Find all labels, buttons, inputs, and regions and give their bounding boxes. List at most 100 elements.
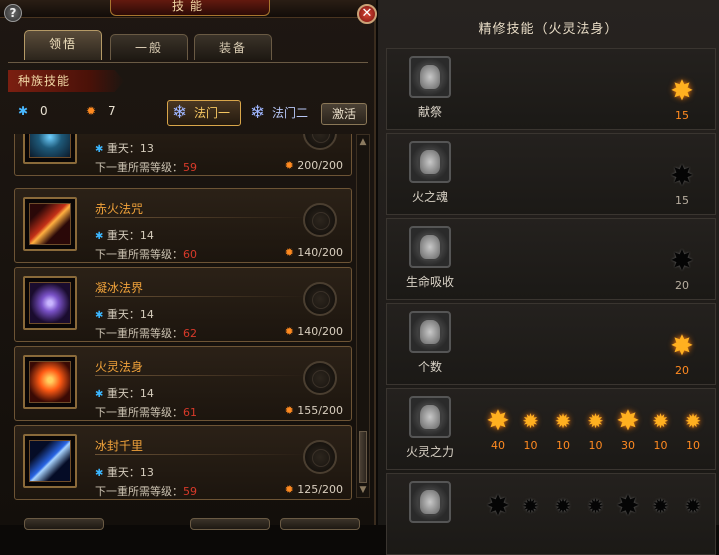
node-cost: 15 bbox=[675, 194, 689, 207]
lit-star-node[interactable]: ✸ 30 bbox=[613, 407, 643, 453]
req-text: 下一重所需等级： bbox=[95, 248, 183, 261]
lit-star-node[interactable]: ✹ 10 bbox=[548, 407, 578, 452]
frost-slash-icon bbox=[29, 440, 71, 482]
armor-slot-icon[interactable] bbox=[409, 396, 451, 438]
ice-seal-icon bbox=[29, 282, 71, 324]
req-text: 下一重所需等级： bbox=[95, 161, 183, 174]
skill-card[interactable]: 火灵法身 ✱ 重天：14 下一重所需等级：61 ✹ 155/200 bbox=[14, 346, 352, 421]
activate-button[interactable]: 激活 bbox=[321, 103, 367, 125]
refine-row-label: 献祭 bbox=[417, 105, 442, 119]
armor-slot-icon[interactable] bbox=[409, 311, 451, 353]
tome-two-button[interactable]: ❄ 法门二 bbox=[245, 100, 319, 126]
skill-card[interactable]: 凝冰法界 ✱ 重天：14 下一重所需等级：62 ✹ 140/200 bbox=[14, 267, 352, 342]
skill-list: ✱ 重天：13 下一重所需等级：59 ✹ 200/200 赤火法咒 ✱ 重天：1… bbox=[8, 134, 352, 514]
skill-icon-frame bbox=[23, 434, 77, 488]
lit-star-node[interactable]: ✸ 40 bbox=[483, 404, 513, 453]
req-level: 62 bbox=[183, 327, 197, 340]
refine-row-label: 生命吸收 bbox=[405, 275, 454, 289]
bottom-button-middle[interactable] bbox=[190, 518, 270, 530]
req-level: 60 bbox=[183, 248, 197, 261]
next-tier-requirement: 下一重所需等级：62 bbox=[95, 325, 197, 341]
fire-blade-icon bbox=[29, 203, 71, 245]
skill-card[interactable]: 冰封千里 ✱ 重天：13 下一重所需等级：59 ✹ 125/200 bbox=[14, 425, 352, 500]
star-icon: ✹ bbox=[652, 494, 669, 518]
armor-slot-icon[interactable] bbox=[409, 56, 451, 98]
close-icon[interactable]: ✕ bbox=[357, 4, 377, 24]
star-icon: ✸ bbox=[486, 404, 510, 437]
unlit-star-node[interactable]: ✸ 20 bbox=[667, 244, 697, 293]
unlit-star-node[interactable]: ✹ bbox=[516, 492, 546, 522]
refine-row: 火之魂 ✸ 15 bbox=[386, 133, 716, 215]
unlit-star-node[interactable]: ✸ 15 bbox=[667, 162, 697, 208]
unlit-star-node[interactable]: ✹ bbox=[646, 492, 676, 522]
lit-star-node[interactable]: ✹ 10 bbox=[646, 407, 676, 452]
upgrade-knob[interactable] bbox=[303, 361, 337, 395]
question-icon[interactable]: ? bbox=[4, 4, 22, 22]
blue-star-icon: ✱ bbox=[95, 144, 104, 155]
skill-card[interactable]: ✱ 重天：13 下一重所需等级：59 ✹ 200/200 bbox=[14, 134, 352, 176]
fire-point-count: 7 bbox=[108, 104, 116, 118]
star-icon: ✸ bbox=[670, 74, 694, 107]
skill-icon-frame bbox=[23, 197, 77, 251]
bottom-button-right[interactable] bbox=[280, 518, 360, 530]
tier-text: 重天：13 bbox=[106, 466, 154, 479]
skill-name: 冰封千里 bbox=[95, 439, 144, 453]
unlit-star-node[interactable]: ✹ bbox=[678, 492, 708, 522]
armor-slot-icon[interactable] bbox=[409, 226, 451, 268]
star-icon: ✸ bbox=[486, 489, 510, 522]
node-cost: 20 bbox=[675, 364, 689, 377]
lit-star-node[interactable]: ✹ 10 bbox=[581, 407, 611, 452]
skill-list-scrollbar[interactable]: ▲ ▼ bbox=[356, 134, 370, 498]
lit-star-node[interactable]: ✹ 10 bbox=[516, 407, 546, 452]
tab-comprehend[interactable]: 领悟 bbox=[24, 30, 102, 60]
cost-value: 200/200 bbox=[297, 159, 343, 172]
req-level: 61 bbox=[183, 406, 197, 419]
skill-tier: ✱ 重天：14 bbox=[95, 227, 154, 243]
blue-star-icon: ✱ bbox=[95, 310, 104, 321]
next-tier-requirement: 下一重所需等级：59 bbox=[95, 483, 197, 499]
scroll-up-icon[interactable]: ▲ bbox=[358, 137, 368, 147]
node-cost: 15 bbox=[675, 109, 689, 122]
fire-star-icon: ✹ bbox=[284, 159, 294, 172]
refine-row: 火灵之力 ✸ 40 ✹ 10 ✹ 10 ✹ 10 ✸ 30 ✹ 10 ✹ 10 bbox=[386, 388, 716, 470]
snowflake-icon: ❄ bbox=[250, 102, 266, 123]
refine-row: 献祭 ✸ 15 bbox=[386, 48, 716, 130]
tome-two-label: 法门二 bbox=[272, 106, 309, 120]
upgrade-knob[interactable] bbox=[303, 203, 337, 237]
unlit-star-node[interactable]: ✹ bbox=[581, 492, 611, 522]
star-icon: ✹ bbox=[684, 494, 702, 518]
node-cost: 10 bbox=[686, 439, 700, 452]
scroll-thumb[interactable] bbox=[359, 431, 367, 483]
fire-body-icon bbox=[29, 361, 71, 403]
unlit-star-node[interactable]: ✸ bbox=[483, 492, 513, 522]
req-text: 下一重所需等级： bbox=[95, 327, 183, 340]
refine-row: 生命吸收 ✸ 20 bbox=[386, 218, 716, 300]
tab-equip[interactable]: 装备 bbox=[194, 34, 272, 60]
race-skill-header: 种族技能 bbox=[8, 70, 124, 92]
cost-value: 125/200 bbox=[297, 483, 343, 496]
skill-tier: ✱ 重天：14 bbox=[95, 385, 154, 401]
unlit-star-node[interactable]: ✸ bbox=[613, 492, 643, 522]
armor-slot-icon[interactable] bbox=[409, 141, 451, 183]
scroll-down-icon[interactable]: ▼ bbox=[358, 485, 368, 495]
next-tier-requirement: 下一重所需等级：61 bbox=[95, 404, 197, 420]
star-icon: ✸ bbox=[670, 244, 694, 277]
tier-text: 重天：14 bbox=[106, 387, 154, 400]
skill-cost: ✹ 200/200 bbox=[285, 159, 343, 172]
upgrade-knob[interactable] bbox=[303, 440, 337, 474]
skill-card[interactable]: 赤火法咒 ✱ 重天：14 下一重所需等级：60 ✹ 140/200 bbox=[14, 188, 352, 263]
unlit-star-node[interactable]: ✹ bbox=[548, 492, 578, 522]
divider bbox=[95, 296, 307, 297]
panel-title: 技能 bbox=[110, 0, 270, 16]
upgrade-knob[interactable] bbox=[303, 134, 337, 150]
upgrade-knob[interactable] bbox=[303, 282, 337, 316]
tome-one-button[interactable]: ❄ 法门一 bbox=[167, 100, 241, 126]
star-icon: ✹ bbox=[522, 494, 539, 518]
bottom-button-left[interactable] bbox=[24, 518, 104, 530]
lit-star-node[interactable]: ✹ 10 bbox=[678, 407, 708, 452]
lit-star-node[interactable]: ✸ 15 bbox=[667, 74, 697, 123]
lit-star-node[interactable]: ✸ 20 bbox=[667, 332, 697, 378]
skill-name: 凝冰法界 bbox=[95, 281, 144, 295]
tab-general[interactable]: 一般 bbox=[110, 34, 188, 60]
armor-slot-icon[interactable] bbox=[409, 481, 451, 523]
